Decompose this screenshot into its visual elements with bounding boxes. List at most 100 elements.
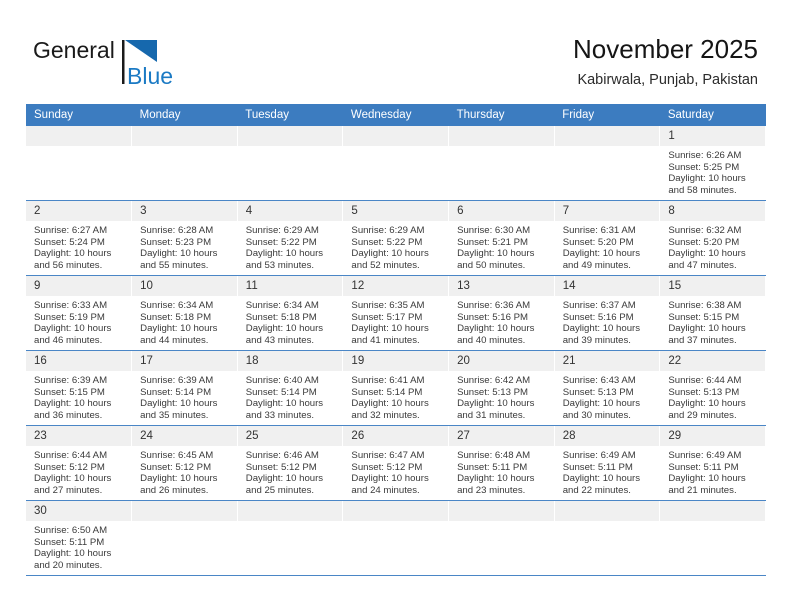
day-number: 21 xyxy=(554,351,660,371)
calendar-day-cell[interactable]: 8 Sunrise: 6:32 AM Sunset: 5:20 PM Daylight… xyxy=(659,200,766,276)
calendar-day-cell-empty[interactable] xyxy=(26,126,133,201)
calendar-day-cell[interactable]: 7 Sunrise: 6:31 AM Sunset: 5:20 PM Daylight… xyxy=(554,200,661,276)
weekday-saturday: Saturday xyxy=(659,104,766,126)
sunrise-text: Sunrise: 6:48 AM xyxy=(457,450,531,461)
calendar-day-cell[interactable]: 5 Sunrise: 6:29 AM Sunset: 5:22 PM Daylight… xyxy=(342,200,450,276)
sunrise-text: Sunrise: 6:49 AM xyxy=(668,450,742,461)
calendar-day-cell-empty[interactable] xyxy=(448,126,555,201)
calendar-day-cell[interactable]: 13 Sunrise: 6:36 AM Sunset: 5:16 PM Dayligh… xyxy=(448,275,555,351)
calendar-day-cell[interactable]: 30 Sunrise: 6:50 AM Sunset: 5:11 PM Dayligh… xyxy=(26,500,133,576)
calendar-day-cell[interactable]: 2 Sunrise: 6:27 AM Sunset: 5:24 PM Daylight… xyxy=(26,200,133,276)
day-number: 28 xyxy=(554,426,660,446)
daylight-text: Daylight: 10 hours and 20 minutes. xyxy=(34,548,112,571)
day-sun-info: Sunrise: 6:29 AM Sunset: 5:22 PM Daylight:… xyxy=(343,221,448,271)
day-number: 13 xyxy=(449,276,554,296)
calendar-day-cell-empty[interactable] xyxy=(554,500,661,576)
calendar-day-cell[interactable]: 20 Sunrise: 6:42 AM Sunset: 5:13 PM Dayligh… xyxy=(448,350,555,426)
day-number xyxy=(26,126,132,146)
calendar-page: General Blue November 2025 Kabirwala, Pu… xyxy=(0,0,792,612)
day-number: 16 xyxy=(26,351,132,371)
day-sun-info: Sunrise: 6:43 AM Sunset: 5:13 PM Daylight:… xyxy=(555,371,660,421)
logo-text-general: General xyxy=(33,37,115,63)
sunrise-text: Sunrise: 6:50 AM xyxy=(34,525,108,536)
sunset-text: Sunset: 5:20 PM xyxy=(668,236,740,248)
calendar-day-cell[interactable]: 15 Sunrise: 6:38 AM Sunset: 5:15 PM Dayligh… xyxy=(659,275,766,351)
daylight-text: Daylight: 10 hours and 32 minutes. xyxy=(351,398,429,421)
calendar-day-cell[interactable]: 18 Sunrise: 6:40 AM Sunset: 5:14 PM Dayligh… xyxy=(237,350,344,426)
weekday-tuesday: Tuesday xyxy=(237,104,343,126)
calendar-day-cell[interactable]: 27 Sunrise: 6:48 AM Sunset: 5:11 PM Dayligh… xyxy=(448,425,555,501)
day-number xyxy=(132,501,237,521)
calendar-day-cell-empty[interactable] xyxy=(659,500,766,576)
calendar-day-cell-empty[interactable] xyxy=(237,500,344,576)
calendar-day-cell-empty[interactable] xyxy=(554,126,661,201)
daylight-text: Daylight: 10 hours and 44 minutes. xyxy=(140,323,218,346)
day-sun-info: Sunrise: 6:47 AM Sunset: 5:12 PM Daylight:… xyxy=(343,446,448,496)
general-blue-logo: General Blue xyxy=(33,36,233,92)
day-number: 15 xyxy=(660,276,765,296)
calendar-day-cell[interactable]: 14 Sunrise: 6:37 AM Sunset: 5:16 PM Dayligh… xyxy=(554,275,661,351)
calendar-day-cell[interactable]: 26 Sunrise: 6:47 AM Sunset: 5:12 PM Dayligh… xyxy=(342,425,450,501)
sunrise-text: Sunrise: 6:37 AM xyxy=(562,300,636,311)
sunset-text: Sunset: 5:21 PM xyxy=(457,236,528,248)
calendar-day-cell[interactable]: 6 Sunrise: 6:30 AM Sunset: 5:21 PM Daylight… xyxy=(448,200,555,276)
sunrise-text: Sunrise: 6:33 AM xyxy=(34,300,108,311)
day-sun-info: Sunrise: 6:49 AM Sunset: 5:11 PM Daylight:… xyxy=(660,446,765,496)
calendar-day-cell[interactable]: 12 Sunrise: 6:35 AM Sunset: 5:17 PM Dayligh… xyxy=(342,275,450,351)
calendar-day-cell[interactable]: 11 Sunrise: 6:34 AM Sunset: 5:18 PM Dayligh… xyxy=(237,275,344,351)
weekday-thursday: Thursday xyxy=(448,104,555,126)
sunset-text: Sunset: 5:23 PM xyxy=(140,236,212,248)
calendar-day-cell-empty[interactable] xyxy=(448,500,555,576)
calendar-day-cell[interactable]: 23 Sunrise: 6:44 AM Sunset: 5:12 PM Dayligh… xyxy=(26,425,133,501)
sunrise-text: Sunrise: 6:29 AM xyxy=(245,225,319,236)
day-sun-info: Sunrise: 6:29 AM Sunset: 5:22 PM Daylight:… xyxy=(238,221,343,271)
logo-artwork: General Blue xyxy=(33,37,173,89)
calendar-day-cell-empty[interactable] xyxy=(131,126,238,201)
day-sun-info: Sunrise: 6:35 AM Sunset: 5:17 PM Daylight:… xyxy=(343,296,448,346)
calendar-day-cell-empty[interactable] xyxy=(131,500,238,576)
day-sun-info: Sunrise: 6:48 AM Sunset: 5:11 PM Daylight:… xyxy=(449,446,554,496)
sunrise-text: Sunrise: 6:49 AM xyxy=(562,450,636,461)
sunset-text: Sunset: 5:16 PM xyxy=(562,311,634,323)
calendar-day-cell[interactable]: 16 Sunrise: 6:39 AM Sunset: 5:15 PM Dayligh… xyxy=(26,350,133,426)
calendar-day-cell[interactable]: 25 Sunrise: 6:46 AM Sunset: 5:12 PM Dayligh… xyxy=(237,425,344,501)
sunrise-text: Sunrise: 6:26 AM xyxy=(668,150,742,161)
day-sun-info: Sunrise: 6:44 AM Sunset: 5:12 PM Daylight:… xyxy=(26,446,131,496)
day-number xyxy=(449,126,554,146)
calendar-day-cell[interactable]: 1 Sunrise: 6:26 AM Sunset: 5:25 PM Daylight… xyxy=(659,126,766,201)
calendar-day-cell[interactable]: 17 Sunrise: 6:39 AM Sunset: 5:14 PM Dayligh… xyxy=(131,350,238,426)
calendar-day-cell-empty[interactable] xyxy=(237,126,344,201)
sunrise-text: Sunrise: 6:34 AM xyxy=(140,300,214,311)
day-number: 29 xyxy=(660,426,765,446)
sunrise-text: Sunrise: 6:31 AM xyxy=(562,225,636,236)
sunset-text: Sunset: 5:11 PM xyxy=(34,536,105,548)
daylight-text: Daylight: 10 hours and 30 minutes. xyxy=(562,398,641,421)
day-number: 17 xyxy=(132,351,237,371)
day-number: 11 xyxy=(237,276,343,296)
day-sun-info: Sunrise: 6:27 AM Sunset: 5:24 PM Daylight:… xyxy=(26,221,131,271)
daylight-text: Daylight: 10 hours and 24 minutes. xyxy=(351,473,429,496)
weekday-wednesday: Wednesday xyxy=(342,104,449,126)
day-number: 6 xyxy=(449,201,554,221)
calendar-day-cell[interactable]: 10 Sunrise: 6:34 AM Sunset: 5:18 PM Dayligh… xyxy=(131,275,238,351)
day-number: 7 xyxy=(554,201,660,221)
logo-text-blue: Blue xyxy=(127,63,173,89)
day-number xyxy=(554,501,660,521)
sunset-text: Sunset: 5:22 PM xyxy=(351,236,423,248)
calendar-day-cell[interactable]: 3 Sunrise: 6:28 AM Sunset: 5:23 PM Daylight… xyxy=(131,200,238,276)
calendar-day-cell[interactable]: 9 Sunrise: 6:33 AM Sunset: 5:19 PM Daylight… xyxy=(26,275,133,351)
sunrise-text: Sunrise: 6:44 AM xyxy=(34,450,108,461)
sunrise-text: Sunrise: 6:40 AM xyxy=(245,375,319,386)
calendar-day-cell[interactable]: 19 Sunrise: 6:41 AM Sunset: 5:14 PM Dayligh… xyxy=(342,350,450,426)
day-number xyxy=(132,126,237,146)
calendar-day-cell[interactable]: 22 Sunrise: 6:44 AM Sunset: 5:13 PM Dayligh… xyxy=(659,350,766,426)
calendar-day-cell[interactable]: 4 Sunrise: 6:29 AM Sunset: 5:22 PM Daylight… xyxy=(237,200,344,276)
daylight-text: Daylight: 10 hours and 23 minutes. xyxy=(457,473,535,496)
calendar-day-cell[interactable]: 21 Sunrise: 6:43 AM Sunset: 5:13 PM Dayligh… xyxy=(554,350,661,426)
calendar-day-cell-empty[interactable] xyxy=(342,126,450,201)
calendar-day-cell[interactable]: 28 Sunrise: 6:49 AM Sunset: 5:11 PM Dayligh… xyxy=(554,425,661,501)
calendar-day-cell-empty[interactable] xyxy=(342,500,450,576)
calendar-day-cell[interactable]: 29 Sunrise: 6:49 AM Sunset: 5:11 PM Dayligh… xyxy=(659,425,766,501)
sunset-text: Sunset: 5:14 PM xyxy=(245,386,317,398)
calendar-day-cell[interactable]: 24 Sunrise: 6:45 AM Sunset: 5:12 PM Dayligh… xyxy=(131,425,238,501)
